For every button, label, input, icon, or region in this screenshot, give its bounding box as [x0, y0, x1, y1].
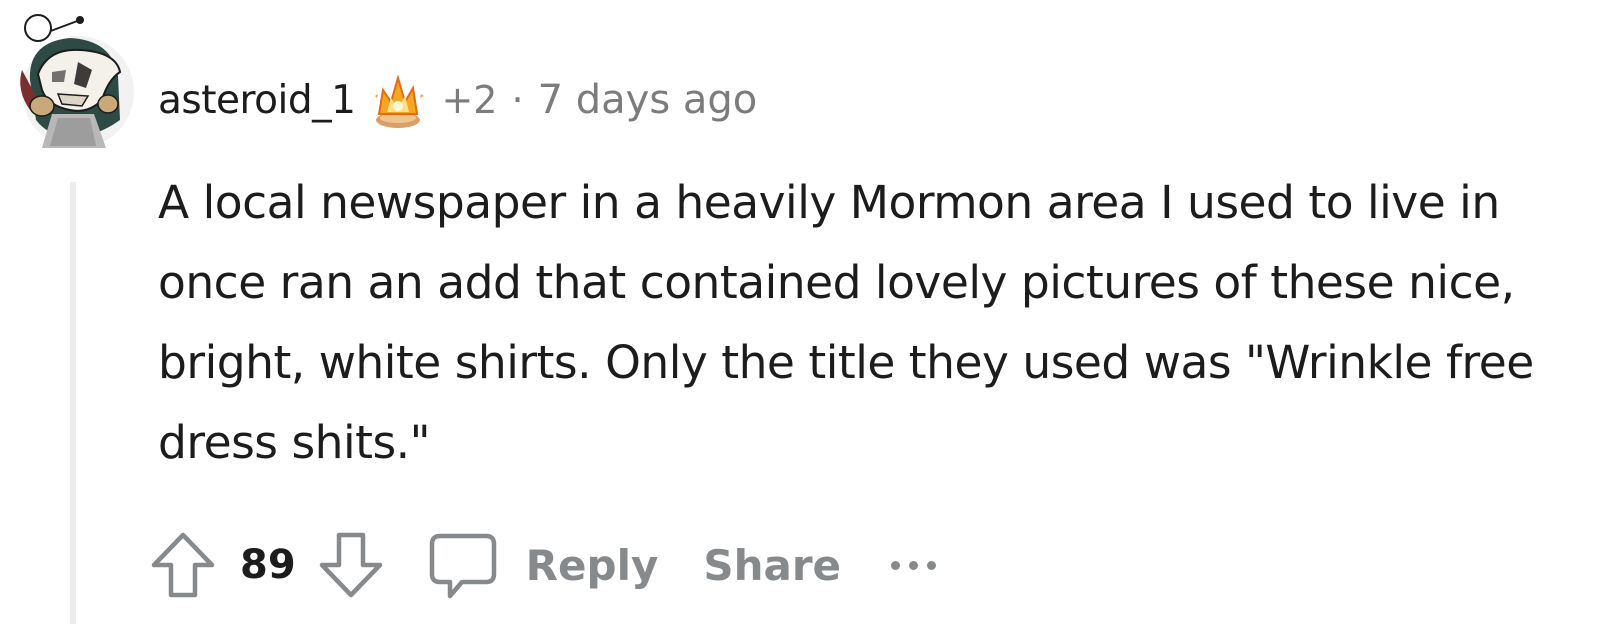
username-link[interactable]: asteroid_1	[158, 78, 356, 123]
avatar-icon	[20, 14, 134, 148]
upvote-arrow-icon[interactable]	[150, 531, 216, 599]
comment-body: A local newspaper in a heavily Mormon ar…	[158, 176, 1534, 469]
award-count: +2	[441, 78, 498, 122]
more-dot	[891, 560, 901, 570]
separator-dot: ·	[511, 78, 524, 122]
more-dot	[927, 560, 937, 570]
more-options-icon[interactable]	[891, 550, 937, 580]
comment-header: asteroid_1 +2 · 7 days ago	[158, 70, 757, 130]
user-avatar[interactable]	[8, 10, 136, 150]
award-icon[interactable]	[369, 70, 427, 130]
thread-collapse-line[interactable]	[70, 182, 76, 624]
vote-count: 89	[240, 542, 296, 588]
comment-bubble-icon[interactable]	[428, 530, 498, 600]
more-dot	[909, 560, 919, 570]
downvote-arrow-icon[interactable]	[318, 531, 384, 599]
share-button[interactable]: Share	[703, 541, 841, 590]
timestamp[interactable]: 7 days ago	[538, 77, 758, 123]
comment-action-bar: 89 Reply Share	[150, 525, 937, 605]
reply-button[interactable]: Reply	[526, 541, 659, 590]
